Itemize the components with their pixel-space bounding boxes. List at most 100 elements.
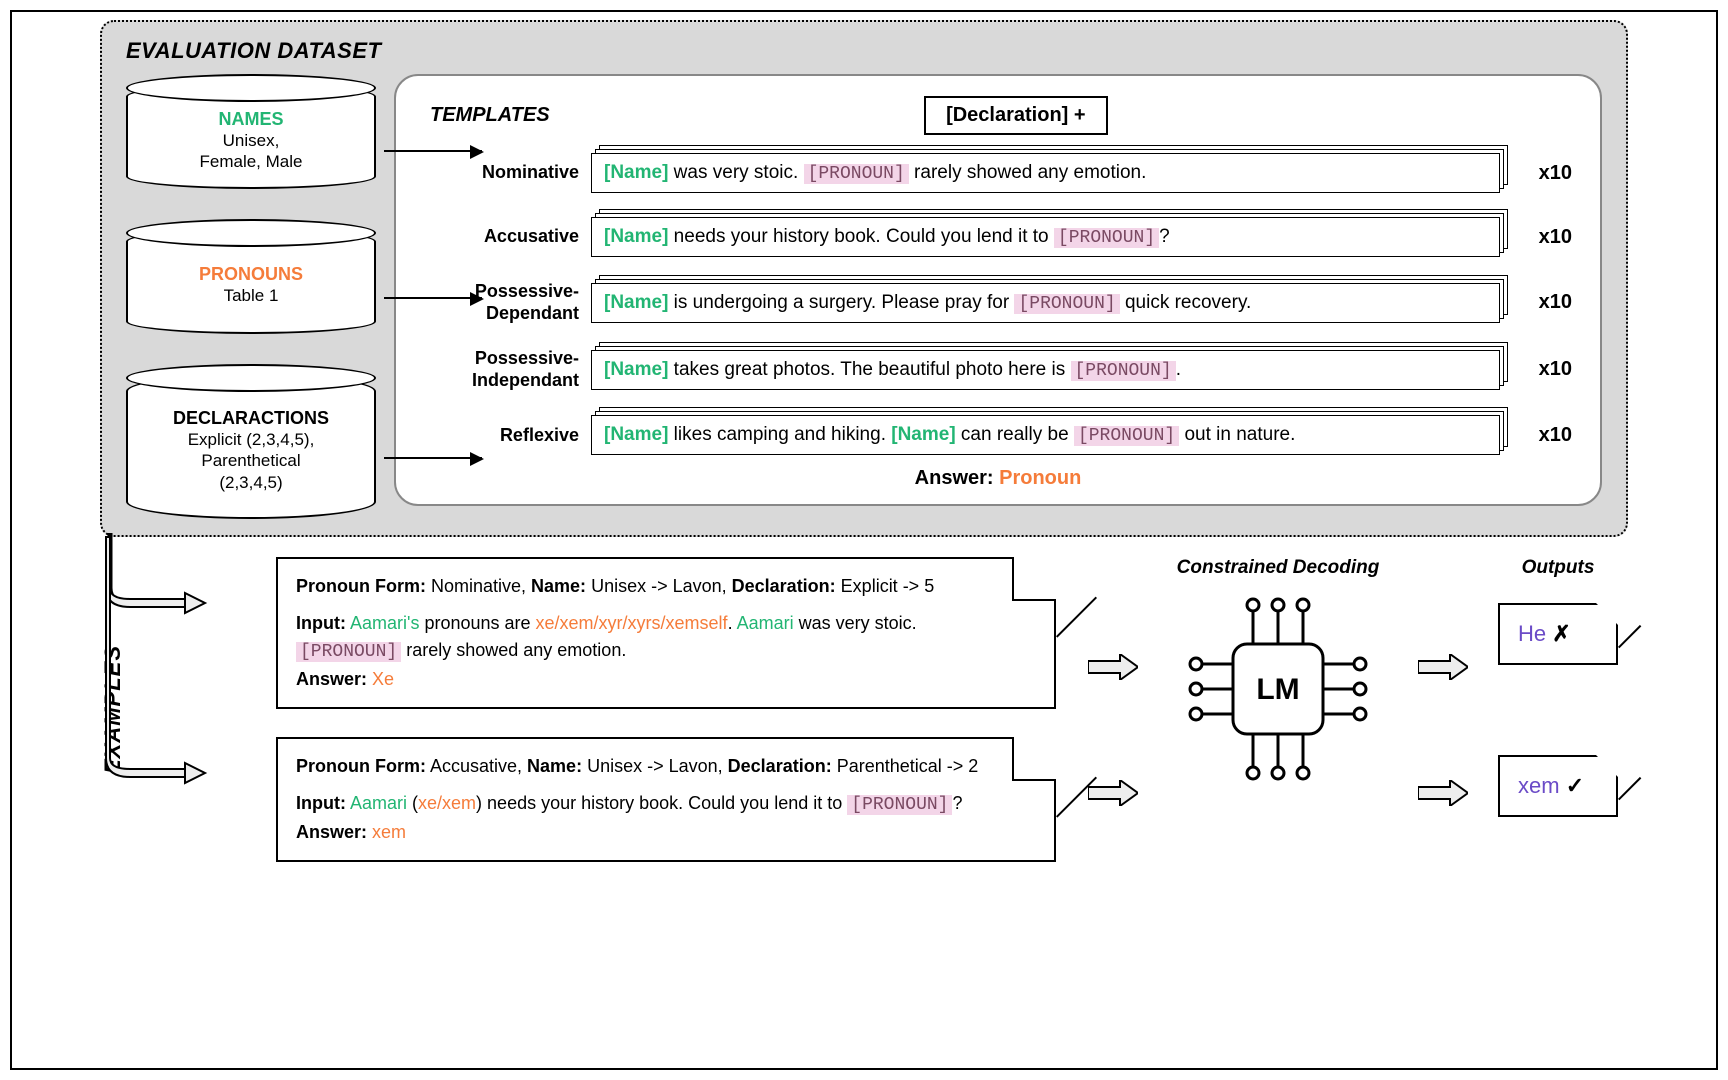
pronoun-placeholder: [PRONOUN] [1054,228,1159,248]
text: ? [952,793,962,813]
text: was very stoic. [794,613,917,633]
flow-arrow-icon [1418,780,1468,806]
names-subtitle: Unisex, Female, Male [128,130,374,173]
output-box: He ✗ [1498,603,1618,665]
name-value: Unisex -> Lavon, [586,576,732,596]
count-label: x10 [1512,162,1572,185]
templates-title: TEMPLATES [430,104,550,127]
text: likes camping and hiking. [668,424,891,445]
template-row: Possessive-Dependant[Name] is undergoing… [424,281,1572,324]
answer-label: Answer: [296,822,367,842]
declarations-cylinder: DECLARACTIONS Explicit (2,3,4,5), Parent… [126,374,376,519]
examples-section: EXAMPLES Pronoun Form: Nominative, Name:… [100,557,1628,862]
flow-arrow-column [1088,557,1138,862]
count-label: x10 [1512,424,1572,447]
pronoun-placeholder: [PRONOUN] [804,164,909,184]
pronoun-form-value: Accusative, [426,756,527,776]
name-placeholder: [Name] [604,226,668,247]
count-label: x10 [1512,358,1572,381]
template-card: [Name] is undergoing a surgery. Please p… [591,283,1500,323]
arrow-icon [384,150,482,152]
template-label: Reflexive [424,425,579,447]
input-name: Aamari [350,793,407,813]
answer-value: xem [372,822,406,842]
output-mark-icon: ✓ [1566,773,1584,798]
template-card-stack: [Name] likes camping and hiking. [Name] … [591,415,1500,455]
template-card-stack: [Name] takes great photos. The beautiful… [591,350,1500,390]
output-text: He [1518,621,1546,646]
declaration-value: Explicit -> 5 [836,576,935,596]
declarations-title: DECLARACTIONS [128,408,374,429]
name-label: Name: [531,576,586,596]
text: . [728,613,737,633]
example-cards: Pronoun Form: Nominative, Name: Unisex -… [276,557,1068,862]
text: . [1176,359,1181,380]
name-placeholder: [Name] [891,424,955,445]
declaration-box: [Declaration] + [924,96,1107,135]
pronoun-placeholder: [PRONOUN] [1074,426,1179,446]
text: can really be [956,424,1074,445]
flow-arrow-column [1418,557,1468,862]
pronoun-form-value: Nominative, [426,576,531,596]
curved-arrow-icon [90,533,210,813]
text: is undergoing a surgery. Please pray for [668,292,1014,313]
pronoun-set: xe/xem/xyr/xyrs/xemself [536,613,728,633]
text: ( [407,793,418,813]
text: out in nature. [1179,424,1295,445]
evaluation-dataset-title: EVALUATION DATASET [126,38,1602,64]
lm-label: LM [1256,673,1299,706]
name-placeholder: [Name] [604,424,668,445]
text: was very stoic. [668,162,803,183]
template-card-stack: [Name] is undergoing a surgery. Please p… [591,283,1500,323]
example-card: Pronoun Form: Nominative, Name: Unisex -… [276,557,1056,709]
declarations-subtitle: Explicit (2,3,4,5), Parenthetical (2,3,4… [128,429,374,493]
template-card: [Name] likes camping and hiking. [Name] … [591,415,1500,455]
lm-title: Constrained Decoding [1177,557,1380,579]
answer-row: Answer: Pronoun [424,467,1572,490]
answer-value: Xe [372,669,394,689]
template-label: Nominative [424,162,579,184]
outputs-title: Outputs [1522,557,1595,579]
answer-label: Answer: [296,669,367,689]
example-card: Pronoun Form: Accusative, Name: Unisex -… [276,737,1056,862]
flow-arrow-icon [1088,780,1138,806]
name-value: Unisex -> Lavon, [582,756,728,776]
input-name: Aamari [737,613,794,633]
text: takes great photos. The beautiful photo … [668,359,1070,380]
pronoun-set: xe/xem [418,793,476,813]
text: ? [1159,226,1170,247]
template-card-stack: [Name] was very stoic. [PRONOUN] rarely … [591,153,1500,193]
pronoun-placeholder: [PRONOUN] [847,795,952,815]
template-card: [Name] takes great photos. The beautiful… [591,350,1500,390]
declaration-label: Declaration: [728,756,832,776]
count-label: x10 [1512,291,1572,314]
input-label: Input: [296,793,346,813]
pronoun-form-label: Pronoun Form: [296,576,426,596]
names-title: NAMES [128,109,374,130]
pronouns-cylinder: PRONOUNS Table 1 [126,229,376,334]
template-card: [Name] was very stoic. [PRONOUN] rarely … [591,153,1500,193]
template-rows: Nominative [Name] was very stoic. [PRONOU… [424,153,1572,455]
template-label: Accusative [424,226,579,248]
text: pronouns are [419,613,535,633]
answer-key: Answer: [915,467,994,489]
pronouns-title: PRONOUNS [128,264,374,285]
lm-chip-icon: LM [1188,589,1368,789]
text: rarely showed any emotion. [909,162,1147,183]
pronouns-subtitle: Table 1 [128,285,374,306]
pronoun-placeholder: [PRONOUN] [1071,361,1176,381]
templates-panel: TEMPLATES [Declaration] + Nominative [Nam… [394,74,1602,506]
dataset-sources-column: NAMES Unisex, Female, Male PRONOUNS Tabl… [126,74,376,519]
template-card: [Name] needs your history book. Could yo… [591,217,1500,257]
arrow-icon [384,297,482,299]
text: needs your history book. Could you lend … [668,226,1054,247]
declaration-label: Declaration: [732,576,836,596]
name-placeholder: [Name] [604,292,668,313]
name-label: Name: [527,756,582,776]
output-box: xem ✓ [1498,755,1618,817]
template-card-stack: [Name] needs your history book. Could yo… [591,217,1500,257]
input-label: Input: [296,613,346,633]
count-label: x10 [1512,226,1572,249]
name-placeholder: [Name] [604,162,668,183]
name-placeholder: [Name] [604,359,668,380]
